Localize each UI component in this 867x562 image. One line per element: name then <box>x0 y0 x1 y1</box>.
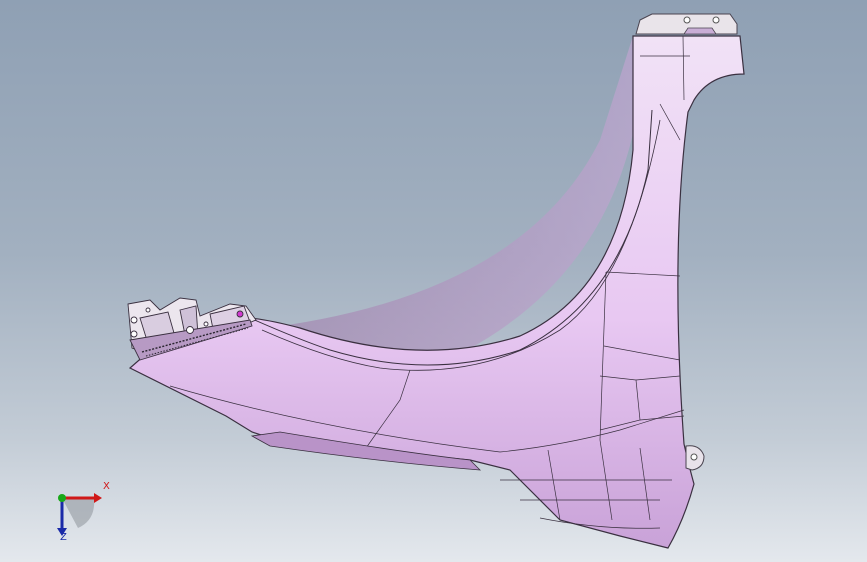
z-axis-label: Z <box>60 532 67 543</box>
graphics-viewport[interactable]: X Z <box>0 0 867 562</box>
top-mount-bracket <box>635 13 738 35</box>
x-axis-label: X <box>103 481 110 492</box>
coordinate-triad: X Z <box>44 480 114 550</box>
fender-model[interactable] <box>0 0 867 562</box>
rear-mount-tab <box>685 445 705 471</box>
